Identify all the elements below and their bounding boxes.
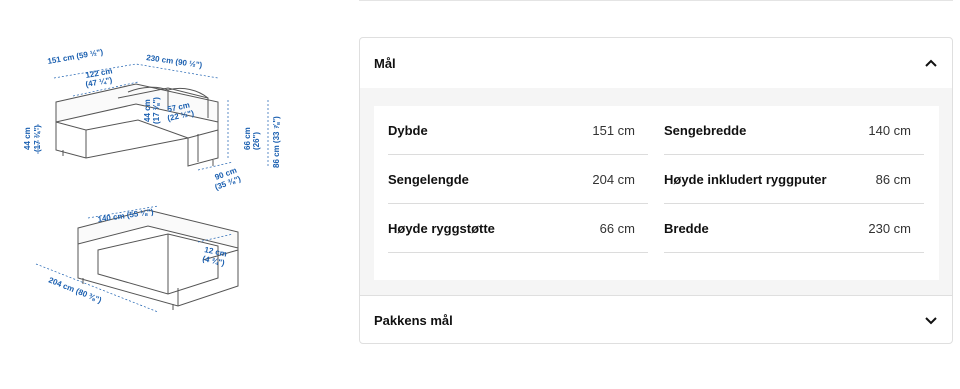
measurements-accordion-header[interactable]: Mål xyxy=(360,38,952,88)
dimensions-accordion: Mål Dybde 151 cm Sengelengde 204 cm Høyd… xyxy=(359,37,953,344)
dim-bed-length: 204 cm (80 ⅜") xyxy=(47,276,103,306)
measurement-label: Dybde xyxy=(388,122,428,138)
top-divider xyxy=(359,0,953,1)
sofa-dimension-drawing: 151 cm (59 ½") 230 cm (90 ½") 122 cm (47… xyxy=(23,47,281,313)
package-accordion-header[interactable]: Pakkens mål xyxy=(360,295,952,343)
dim-seat-height-in: (17 ¾") xyxy=(33,125,42,152)
measurement-value: 66 cm xyxy=(599,220,635,236)
measurements-panel: Dybde 151 cm Sengelengde 204 cm Høyde ry… xyxy=(374,106,939,280)
dim-back-height-in: (26") xyxy=(252,132,261,150)
measurement-row: Høyde ryggstøtte 66 cm xyxy=(388,204,648,253)
measurement-row: Sengelengde 204 cm xyxy=(388,155,648,204)
dim-back-height: 66 cm xyxy=(243,127,252,150)
measurement-row: Sengebredde 140 cm xyxy=(664,106,924,155)
measurements-column-left: Dybde 151 cm Sengelengde 204 cm Høyde ry… xyxy=(388,106,648,253)
chevron-down-icon[interactable] xyxy=(924,314,938,328)
package-title: Pakkens mål xyxy=(374,313,453,328)
measurements-column-right: Sengebredde 140 cm Høyde inkludert ryggp… xyxy=(664,106,924,253)
measurement-label: Bredde xyxy=(664,220,709,236)
measurement-label: Sengebredde xyxy=(664,122,747,138)
measurement-row: Bredde 230 cm xyxy=(664,204,924,253)
dim-seat-height: 44 cm xyxy=(23,127,32,150)
measurement-value: 230 cm xyxy=(868,220,911,236)
measurement-value: 204 cm xyxy=(592,171,635,187)
measurement-row: Høyde inkludert ryggputer 86 cm xyxy=(664,155,924,204)
dim-arm-height: 44 cm xyxy=(143,99,152,122)
measurement-value: 86 cm xyxy=(875,171,911,187)
measurement-row: Dybde 151 cm xyxy=(388,106,648,155)
measurement-label: Høyde ryggstøtte xyxy=(388,220,495,236)
measurements-title: Mål xyxy=(374,55,396,71)
dim-depth-total: 151 cm (59 ½") xyxy=(47,47,104,66)
measurement-value: 140 cm xyxy=(868,122,911,138)
measurement-value: 151 cm xyxy=(592,122,635,138)
dimension-diagram: 151 cm (59 ½") 230 cm (90 ½") 122 cm (47… xyxy=(18,38,318,338)
measurement-label: Sengelengde xyxy=(388,171,469,187)
dim-total-height: 86 cm (33 ⅞") xyxy=(272,116,281,168)
chevron-up-icon[interactable] xyxy=(924,56,938,70)
measurement-label: Høyde inkludert ryggputer xyxy=(664,171,827,187)
dim-arm-height-in: (17 ⅜") xyxy=(152,97,161,124)
